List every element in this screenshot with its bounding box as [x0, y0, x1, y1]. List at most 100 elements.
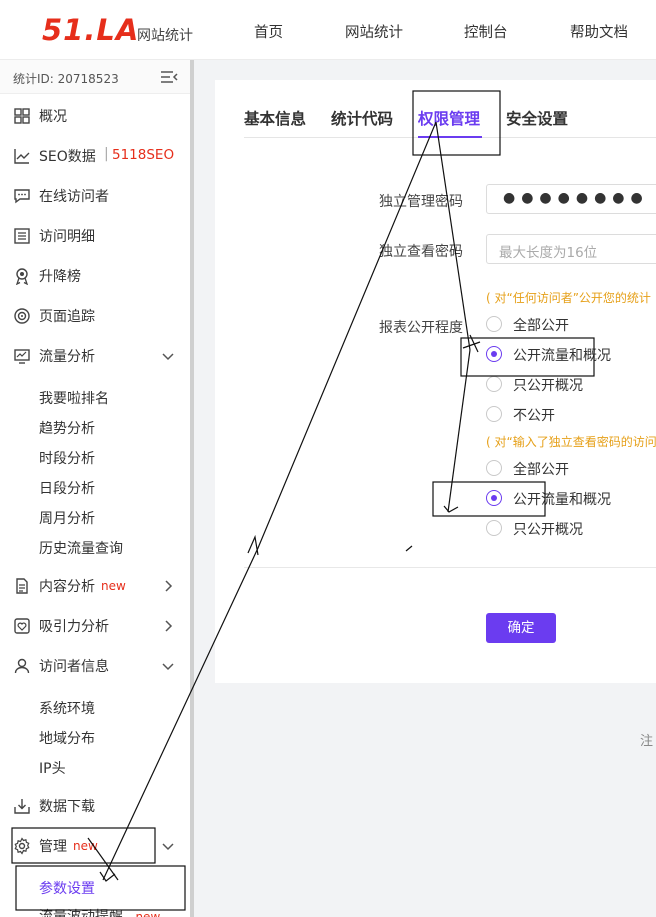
sidebar-item-seo[interactable]: SEO数据 | 5118SEO — [0, 141, 190, 171]
view-password-label: 独立查看密码 — [379, 244, 463, 260]
view-password-field[interactable]: 最大长度为16位 — [486, 234, 656, 264]
radio-any-all-public[interactable] — [486, 316, 502, 332]
logo[interactable]: 51.LA — [42, 14, 139, 46]
trend-icon — [14, 149, 30, 164]
radio-label: 只公开概况 — [513, 378, 583, 394]
radio-label: 不公开 — [513, 408, 555, 424]
sidebar-subitem[interactable]: 趋势分析 — [39, 418, 95, 438]
hint-password-visitor: ( 对“输入了独立查看密码的访问 — [486, 435, 656, 449]
medal-icon — [15, 268, 29, 285]
tab-basic-info[interactable]: 基本信息 — [244, 107, 306, 129]
sidebar-item-attraction-analysis[interactable]: 吸引力分析 — [0, 611, 190, 641]
hint-any-visitor: ( 对“任何访问者”公开您的统计 — [486, 291, 651, 305]
gear-icon — [14, 837, 30, 855]
logo-subtitle: 网站统计 — [137, 28, 193, 44]
logo-text: 51.LA — [42, 13, 140, 47]
sidebar-header: 统计ID: 20718523 — [0, 60, 190, 94]
admin-password-field[interactable]: ●●●●●●●● — [486, 184, 656, 214]
stat-id: 统计ID: 20718523 — [13, 72, 119, 86]
collapse-menu-icon[interactable] — [160, 69, 178, 85]
tab-security[interactable]: 安全设置 — [506, 107, 568, 129]
view-password-placeholder: 最大长度为16位 — [499, 245, 598, 261]
tab-permissions[interactable]: 权限管理 — [418, 107, 480, 129]
radio-label: 公开流量和概况 — [513, 348, 611, 364]
sidebar-item-label: 概况 — [39, 109, 67, 125]
sidebar-item-online-visitors[interactable]: 在线访问者 — [0, 181, 190, 211]
nav-site-stats[interactable]: 网站统计 — [345, 21, 403, 42]
new-badge: new — [135, 910, 161, 917]
chevron-right-icon — [165, 620, 173, 632]
grid-icon — [14, 108, 30, 124]
new-badge: new — [101, 579, 126, 593]
sidebar: 统计ID: 20718523 概况 SEO数据 | 5118SEO 在线访问者 — [0, 60, 194, 917]
radio-pwd-overview-only[interactable] — [486, 520, 502, 536]
top-header: 51.LA 网站统计 首页 网站统计 控制台 帮助文档 — [0, 0, 656, 60]
sidebar-item-data-download[interactable]: 数据下载 — [0, 791, 190, 821]
user-icon — [14, 658, 30, 674]
download-icon — [14, 799, 30, 814]
heart-icon — [14, 618, 30, 634]
radio-label: 只公开概况 — [513, 522, 583, 538]
sidebar-item-label: 流量分析 — [39, 349, 95, 365]
sidebar-item-label: 页面追踪 — [39, 309, 95, 325]
radio-any-private[interactable] — [486, 406, 502, 422]
sidebar-item-label: 数据下载 — [39, 799, 95, 815]
sidebar-item-content-analysis[interactable]: 内容分析 new — [0, 571, 190, 601]
sidebar-item-visitor-info[interactable]: 访问者信息 — [0, 651, 190, 681]
report-visibility-label: 报表公开程度 — [379, 320, 463, 336]
sidebar-item-label: 访问明细 — [39, 229, 95, 245]
admin-password-label: 独立管理密码 — [379, 194, 463, 210]
sidebar-item-label: 在线访问者 — [39, 189, 109, 205]
sidebar-subitem[interactable]: 地域分布 — [39, 728, 95, 748]
sidebar-item-label: 访问者信息 — [39, 659, 109, 675]
radio-any-traffic-overview[interactable] — [486, 346, 502, 362]
sidebar-item-overview[interactable]: 概况 — [0, 101, 190, 131]
sidebar-subitem-label: 流量波动提醒 — [39, 909, 123, 917]
sidebar-item-label: 升降榜 — [39, 269, 81, 285]
separator: | — [104, 146, 109, 162]
sidebar-item-page-tracking[interactable]: 页面追踪 — [0, 301, 190, 331]
nav-help-docs[interactable]: 帮助文档 — [570, 21, 628, 42]
tab-active-indicator — [418, 136, 482, 138]
sidebar-subitem[interactable]: 系统环境 — [39, 698, 95, 718]
sidebar-subitem[interactable]: 流量波动提醒 new — [39, 906, 160, 917]
confirm-button[interactable]: 确定 — [486, 613, 556, 643]
sidebar-item-traffic-analysis[interactable]: 流量分析 — [0, 341, 190, 371]
sidebar-subitem-params[interactable]: 参数设置 — [39, 878, 95, 898]
sidebar-subitem[interactable]: 我要啦排名 — [39, 388, 109, 408]
list-icon — [14, 228, 30, 244]
sidebar-item-visit-details[interactable]: 访问明细 — [0, 221, 190, 251]
radio-pwd-all-public[interactable] — [486, 460, 502, 476]
sidebar-item-label: 管理 — [39, 839, 67, 855]
password-mask: ●●●●●●●● — [503, 190, 649, 206]
sidebar-item-label: SEO数据 — [39, 149, 96, 165]
footer-note: 注 — [640, 734, 654, 749]
form-divider — [244, 567, 656, 568]
tab-stat-code[interactable]: 统计代码 — [331, 107, 393, 129]
chevron-down-icon — [162, 353, 174, 361]
radio-label: 全部公开 — [513, 318, 569, 334]
sidebar-subitem[interactable]: 历史流量查询 — [39, 538, 123, 558]
sidebar-subitem[interactable]: 周月分析 — [39, 508, 95, 528]
chevron-down-icon — [162, 663, 174, 671]
sidebar-item-label: 内容分析 — [39, 579, 95, 595]
sidebar-subitem[interactable]: 日段分析 — [39, 478, 95, 498]
radio-pwd-traffic-overview[interactable] — [486, 490, 502, 506]
sidebar-subitem[interactable]: 时段分析 — [39, 448, 95, 468]
radio-label: 公开流量和概况 — [513, 492, 611, 508]
sidebar-item-ranking[interactable]: 升降榜 — [0, 261, 190, 291]
settings-card — [215, 80, 656, 683]
sidebar-subitem[interactable]: IP头 — [39, 758, 66, 778]
doc-icon — [16, 578, 28, 594]
radio-any-overview-only[interactable] — [486, 376, 502, 392]
monitor-icon — [14, 349, 30, 364]
chevron-down-icon — [162, 843, 174, 851]
nav-console[interactable]: 控制台 — [464, 21, 508, 42]
nav-home[interactable]: 首页 — [254, 21, 283, 42]
sidebar-item-label: 吸引力分析 — [39, 619, 109, 635]
sidebar-item-manage[interactable]: 管理 new — [0, 831, 190, 861]
chat-icon — [14, 189, 30, 204]
target-icon — [14, 308, 30, 324]
new-badge: new — [73, 839, 98, 853]
seo-5118-link[interactable]: 5118SEO — [112, 147, 174, 163]
